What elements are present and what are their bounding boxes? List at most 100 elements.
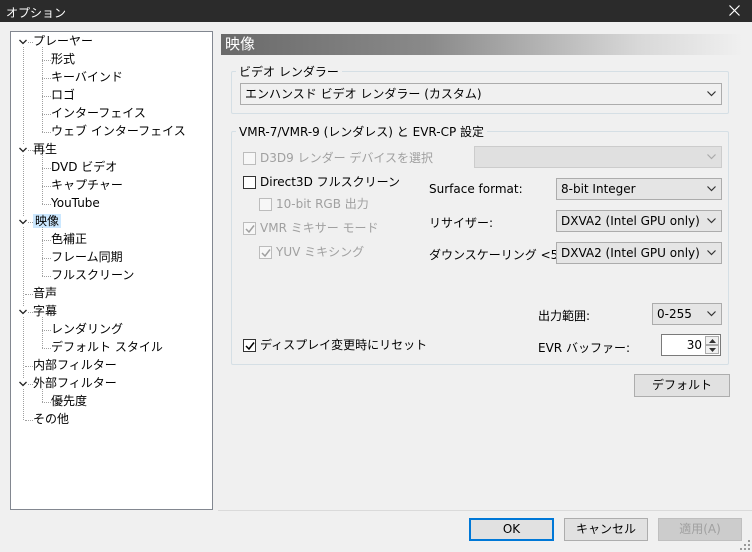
expand-chevron-icon[interactable] (18, 379, 28, 389)
checkmark-icon (261, 249, 271, 258)
tree-item[interactable]: ロゴ (51, 87, 75, 104)
tree-connector (42, 186, 51, 187)
tree-connector (42, 168, 51, 169)
evr-buffer-value[interactable]: 30 (687, 338, 702, 352)
chevron-down-icon (709, 348, 716, 352)
tree-item-label: キーバインド (51, 70, 123, 84)
vmr-group-label: VMR-7/VMR-9 (レンダレス) と EVR-CP 設定 (236, 123, 488, 140)
tree-connector (42, 330, 51, 331)
chevron-down-icon (707, 186, 716, 192)
title-bar: オプション (0, 0, 752, 22)
tree-item-label: 外部フィルター (33, 376, 117, 390)
output-range-label: 出力範囲: (538, 309, 591, 323)
close-button[interactable] (718, 0, 752, 22)
chevron-up-icon (709, 339, 716, 343)
tree-connector (25, 294, 33, 295)
tree-item-label: 再生 (33, 142, 58, 156)
checkmark-icon (245, 225, 255, 234)
tree-connector (42, 276, 51, 277)
tree-connector (42, 258, 51, 259)
defaults-button[interactable]: デフォルト (634, 374, 730, 397)
tree-item[interactable]: フルスクリーン (51, 267, 134, 284)
evr-buffer-spinner[interactable]: 30 (661, 334, 721, 356)
tree-item[interactable]: 外部フィルター (33, 375, 117, 392)
tree-item-label: キャプチャー (51, 178, 123, 192)
expand-chevron-icon[interactable] (18, 217, 28, 227)
tree-item-label: 内部フィルター (33, 358, 117, 372)
tree-item-label: DVD ビデオ (51, 160, 118, 174)
renderer-select[interactable]: エンハンスド ビデオ レンダラー (カスタム) (240, 83, 722, 105)
tree-connector (25, 366, 33, 367)
tree-item-label: フレーム同期 (51, 250, 123, 264)
tree-item-label: 音声 (33, 286, 58, 300)
tree-item[interactable]: 内部フィルター (33, 357, 117, 374)
tree-connector (42, 155, 43, 204)
tree-item-label: その他 (33, 412, 70, 426)
tree-item[interactable]: ウェブ インターフェイス (51, 123, 186, 140)
tree-item[interactable]: 字幕 (33, 303, 57, 320)
tree-item-label: フルスクリーン (51, 268, 135, 282)
ok-button[interactable]: OK (469, 518, 554, 541)
output-range-select[interactable]: 0-255 (652, 303, 722, 325)
page-title: 映像 (221, 34, 743, 55)
tree-item[interactable]: デフォルト スタイル (51, 339, 163, 356)
expand-chevron-icon[interactable] (18, 307, 28, 317)
footer-divider (218, 510, 752, 511)
downscaling-select[interactable]: DXVA2 (Intel GPU only) (556, 242, 722, 264)
tree-item[interactable]: その他 (33, 411, 69, 428)
tree-connector (42, 78, 51, 79)
tree-item[interactable]: レンダリング (51, 321, 123, 338)
surface-format-select[interactable]: 8-bit Integer (556, 178, 722, 200)
tree-item-label: ウェブ インターフェイス (51, 124, 186, 138)
window-title: オプション (6, 6, 67, 20)
tree-connector (42, 389, 43, 402)
expand-chevron-icon[interactable] (18, 145, 28, 155)
tree-item-label: 色補正 (51, 232, 88, 246)
resizer-label: リサイザー: (429, 216, 494, 230)
renderer-select-value: エンハンスド ビデオ レンダラー (カスタム) (245, 87, 482, 101)
tree-item[interactable]: YouTube (51, 195, 100, 212)
tree-connector (42, 204, 51, 205)
renderer-group-label: ビデオ レンダラー (236, 63, 342, 80)
spin-up-button[interactable] (705, 336, 719, 345)
chevron-down-icon (707, 311, 716, 317)
tree-item[interactable]: DVD ビデオ (51, 159, 117, 176)
tree-item[interactable]: インターフェイス (51, 105, 146, 122)
tree-item-label: レンダリング (51, 322, 124, 336)
tree-item[interactable]: 映像 (33, 213, 62, 230)
tree-item-label: 優先度 (51, 394, 88, 408)
tree-item-label: インターフェイス (51, 106, 146, 120)
tree-connector (42, 240, 51, 241)
chevron-down-icon (707, 91, 716, 97)
close-icon (729, 5, 740, 16)
chevron-down-icon (707, 218, 716, 224)
evr-buffer-label: EVR バッファー: (538, 341, 630, 355)
tree-item[interactable]: 音声 (33, 285, 57, 302)
tree-item[interactable]: 再生 (33, 141, 57, 158)
tree-item[interactable]: 優先度 (51, 393, 87, 410)
tree-item[interactable]: 形式 (51, 51, 75, 68)
cancel-button[interactable]: キャンセル (564, 518, 648, 541)
expand-chevron-icon[interactable] (18, 37, 28, 47)
tree-item[interactable]: キーバインド (51, 69, 123, 86)
tree-connector (42, 132, 51, 133)
tree-connector (42, 348, 51, 349)
tree-connector (23, 42, 24, 420)
resize-grip-icon[interactable] (740, 540, 750, 550)
d3d9-device-select[interactable] (474, 146, 722, 168)
tree-item[interactable]: 色補正 (51, 231, 87, 248)
resizer-select[interactable]: DXVA2 (Intel GPU only) (556, 210, 722, 232)
checkmark-icon (245, 342, 255, 351)
tree-item-label: 字幕 (33, 304, 58, 318)
apply-button[interactable]: 適用(A) (658, 518, 742, 541)
tree-item-label: プレーヤー (33, 34, 94, 48)
tree-item[interactable]: フレーム同期 (51, 249, 123, 266)
tree-item[interactable]: キャプチャー (51, 177, 123, 194)
tree-connector (42, 96, 51, 97)
options-tree[interactable]: プレーヤー形式キーバインド ロゴインターフェイスウェブ インターフェイス再生 DVD… (10, 31, 213, 510)
tree-connector (42, 60, 51, 61)
tree-item-label: 映像 (33, 214, 62, 228)
surface-format-label: Surface format: (429, 182, 523, 196)
tree-item-label: デフォルト スタイル (51, 340, 163, 354)
spin-down-button[interactable] (705, 345, 719, 354)
